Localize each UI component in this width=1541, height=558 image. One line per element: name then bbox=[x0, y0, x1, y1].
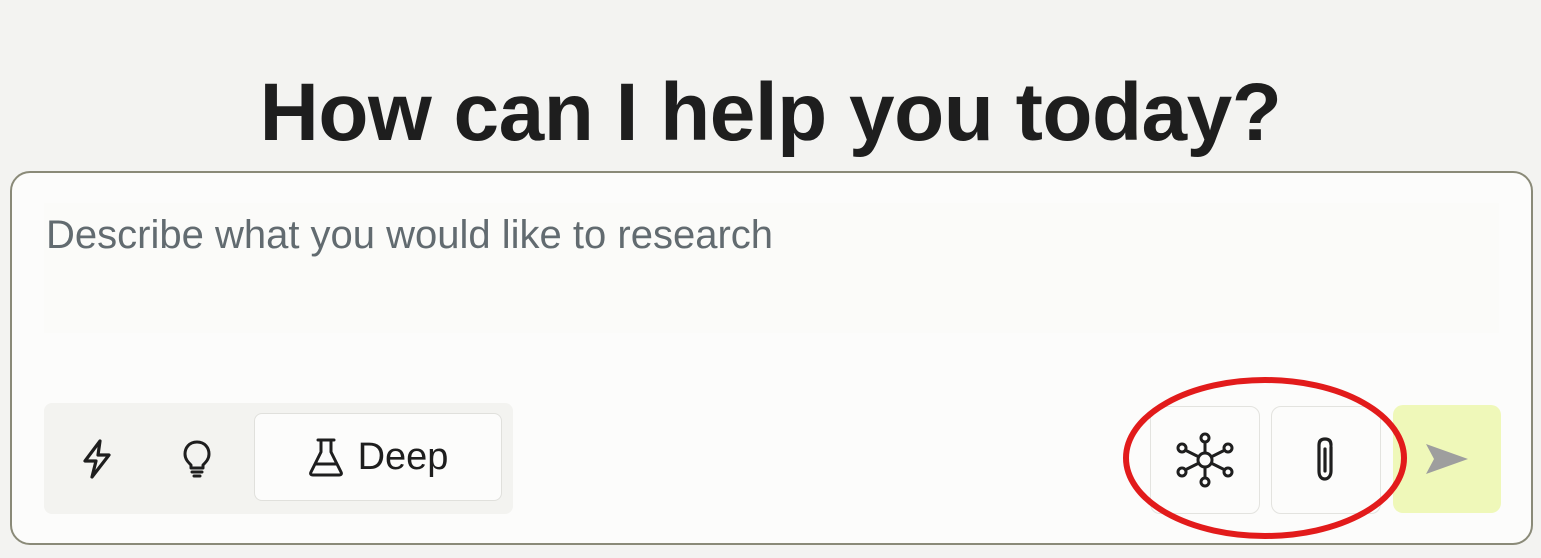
network-hub-icon bbox=[1175, 432, 1235, 488]
page: How can I help you today? Describe what … bbox=[0, 0, 1541, 558]
send-arrow-icon bbox=[1423, 441, 1471, 477]
quick-mode-button[interactable] bbox=[56, 403, 138, 514]
think-mode-button[interactable] bbox=[156, 403, 238, 514]
research-prompt-input[interactable] bbox=[44, 203, 1499, 333]
attach-file-button[interactable] bbox=[1271, 406, 1381, 514]
flask-icon bbox=[308, 437, 344, 477]
deep-mode-label: Deep bbox=[357, 435, 449, 478]
mcp-tools-button[interactable] bbox=[1150, 406, 1260, 514]
deep-mode-button[interactable]: Deep bbox=[254, 413, 502, 501]
lightbulb-icon bbox=[181, 439, 213, 479]
mode-selector: Deep bbox=[44, 403, 513, 514]
send-button[interactable] bbox=[1393, 405, 1501, 513]
lightning-bolt-icon bbox=[80, 438, 114, 479]
paperclip-icon bbox=[1309, 435, 1343, 485]
page-title: How can I help you today? bbox=[259, 66, 1282, 158]
research-composer: Deep bbox=[10, 171, 1533, 545]
